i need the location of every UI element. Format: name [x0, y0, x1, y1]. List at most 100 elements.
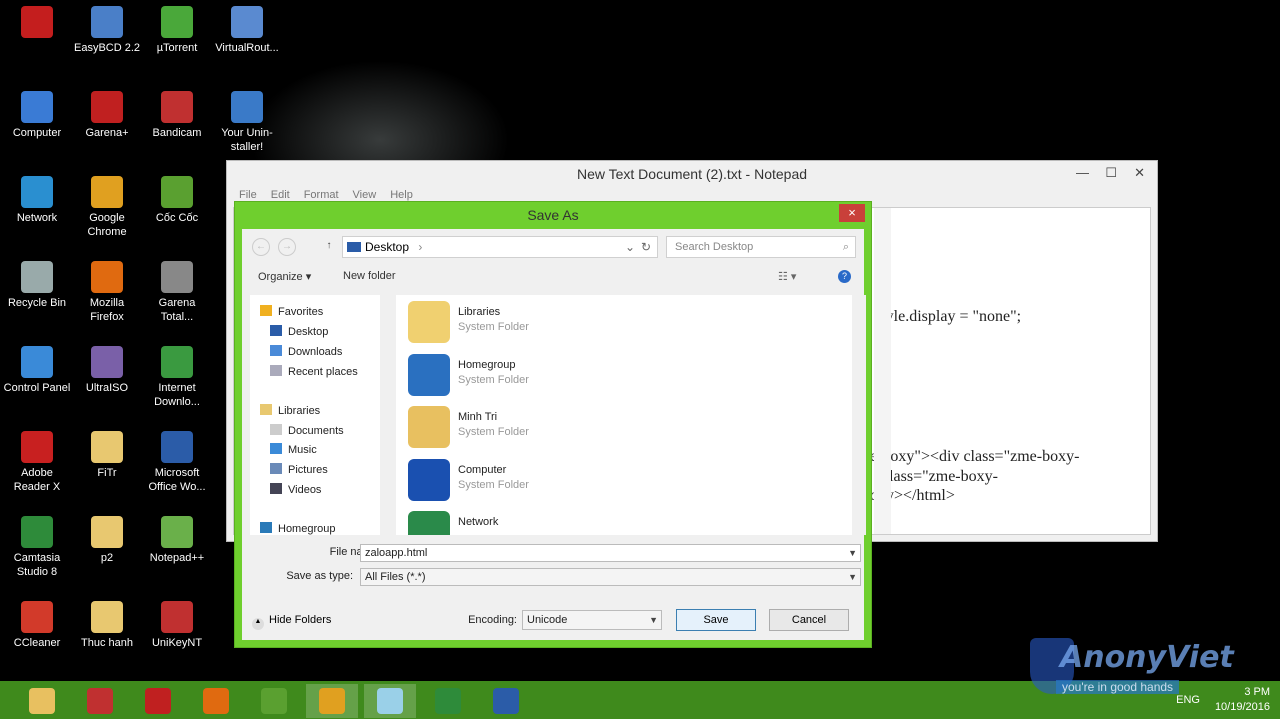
file-name-input[interactable]: zaloapp.html ▼	[360, 544, 861, 562]
nav-item-downloads[interactable]: Downloads	[270, 345, 342, 358]
desktop-icon[interactable]: UltraISO	[72, 346, 142, 395]
app-icon	[91, 346, 123, 378]
view-options-icon[interactable]: ☷ ▾	[778, 270, 796, 283]
desktop-icon[interactable]: Thuc hanh	[72, 601, 142, 650]
watermark-logo: AnonyViet you're in good hands	[1020, 638, 1275, 704]
nav-item-music[interactable]: Music	[270, 443, 317, 456]
cancel-button[interactable]: Cancel	[769, 609, 849, 631]
desktop-icon[interactable]: Internet Downlo...	[142, 346, 212, 409]
desktop-icon[interactable]: Google Chrome	[72, 176, 142, 239]
desktop-icon[interactable]	[2, 6, 72, 41]
file-name-value: zaloapp.html	[365, 547, 428, 559]
taskbar-garena[interactable]	[132, 684, 184, 718]
taskbar-firefox[interactable]	[190, 684, 242, 718]
notepad-icon	[377, 688, 403, 714]
taskbar-app[interactable]	[74, 684, 126, 718]
desktop-icon-label: Microsoft Office Wo...	[148, 467, 206, 493]
computer-icon	[408, 458, 450, 501]
pictures-icon	[270, 463, 282, 474]
desktop-icon[interactable]: Notepad++	[142, 516, 212, 565]
menu-format[interactable]: Format	[304, 189, 339, 201]
maximize-button[interactable]: ☐	[1105, 165, 1117, 181]
desktop-icon[interactable]: Microsoft Office Wo...	[142, 431, 212, 494]
desktop-icon[interactable]: Control Panel	[2, 346, 72, 395]
desktop-icon[interactable]: UniKeyNT	[142, 601, 212, 650]
nav-pane-scrollbar[interactable]	[380, 295, 388, 535]
organize-button[interactable]: Organize ▾	[258, 270, 311, 283]
chevron-up-icon: ▲	[252, 618, 264, 630]
chevron-down-icon[interactable]: ▼	[848, 545, 857, 561]
app-icon	[161, 91, 193, 123]
save-type-value: All Files (*.*)	[365, 571, 426, 583]
taskbar-notepad[interactable]	[364, 684, 416, 718]
desktop-icon[interactable]: Camtasia Studio 8	[2, 516, 72, 579]
nav-item-recent-places[interactable]: Recent places	[270, 365, 358, 378]
desktop-icon[interactable]: Computer	[2, 91, 72, 140]
desktop-icon	[347, 242, 361, 252]
file-explorer-icon	[29, 688, 55, 714]
desktop-icon[interactable]: Garena+	[72, 91, 142, 140]
desktop-icon[interactable]: EasyBCD 2.2	[72, 6, 142, 55]
file-list-scrollbar[interactable]	[852, 295, 866, 535]
navigation-pane: Favorites Desktop Downloads Recent places Li…	[250, 295, 388, 535]
taskbar-chrome[interactable]	[306, 684, 358, 718]
address-bar[interactable]: Desktop › ⌄ ↻	[342, 236, 658, 258]
desktop-icon[interactable]: Recycle Bin	[2, 261, 72, 310]
menu-file[interactable]: File	[239, 189, 257, 201]
desktop-icon[interactable]: Bandicam	[142, 91, 212, 140]
minimize-button[interactable]: —	[1076, 165, 1089, 180]
dialog-close-button[interactable]: ×	[839, 204, 865, 222]
chevron-down-icon[interactable]: ▼	[649, 611, 658, 629]
address-desktop[interactable]: Desktop	[365, 240, 409, 254]
forward-button[interactable]: →	[278, 238, 296, 256]
taskbar-coccoc[interactable]	[248, 684, 300, 718]
nav-item-label: Music	[288, 444, 317, 456]
save-button[interactable]: Save	[676, 609, 756, 631]
desktop-icon[interactable]: FiTr	[72, 431, 142, 480]
help-icon[interactable]: ?	[838, 270, 851, 283]
address-arrow[interactable]: ›	[418, 240, 422, 254]
desktop-icon[interactable]: Network	[2, 176, 72, 225]
desktop-icon[interactable]: Mozilla Firefox	[72, 261, 142, 324]
menu-edit[interactable]: Edit	[271, 189, 290, 201]
refresh-icon[interactable]: ↻	[641, 237, 651, 257]
close-button[interactable]: ✕	[1134, 165, 1145, 181]
notepad-scrollbar[interactable]	[874, 208, 891, 534]
taskbar-camtasia[interactable]	[422, 684, 474, 718]
taskbar-word[interactable]	[480, 684, 532, 718]
nav-item-videos[interactable]: Videos	[270, 483, 321, 496]
search-input[interactable]: Search Desktop ⌕	[666, 236, 856, 258]
taskbar-file-explorer[interactable]	[16, 684, 68, 718]
new-folder-button[interactable]: New folder	[343, 270, 396, 282]
hide-folders-button[interactable]: ▲ Hide Folders	[252, 614, 331, 630]
back-button[interactable]: ←	[252, 238, 270, 256]
desktop-icon[interactable]: µTorrent	[142, 6, 212, 55]
search-placeholder: Search Desktop	[675, 241, 754, 253]
desktop-icon-label: UniKeyNT	[151, 637, 203, 649]
save-type-select[interactable]: All Files (*.*) ▼	[360, 568, 861, 586]
desktop-icon-label: Recycle Bin	[7, 297, 67, 309]
nav-item-documents[interactable]: Documents	[270, 424, 344, 437]
desktop-icon[interactable]: Garena Total...	[142, 261, 212, 324]
app-icon	[161, 516, 193, 548]
nav-item-libraries[interactable]: Libraries	[260, 404, 320, 417]
nav-item-desktop[interactable]: Desktop	[270, 325, 328, 338]
desktop-icon[interactable]: p2	[72, 516, 142, 565]
desktop-icon[interactable]: Adobe Reader X	[2, 431, 72, 494]
menu-help[interactable]: Help	[390, 189, 413, 201]
up-button[interactable]: ↑	[320, 238, 338, 256]
encoding-select[interactable]: Unicode ▼	[522, 610, 662, 630]
chevron-down-icon[interactable]: ⌄	[625, 237, 635, 257]
desktop-icon[interactable]: VirtualRout...	[212, 6, 282, 55]
desktop-icon[interactable]: Cốc Cốc	[142, 176, 212, 225]
nav-item-homegroup[interactable]: Homegroup	[260, 522, 335, 535]
nav-item-label: Homegroup	[278, 523, 336, 535]
nav-item-pictures[interactable]: Pictures	[270, 463, 328, 476]
nav-item-favorites[interactable]: Favorites	[260, 305, 323, 318]
desktop-icon-label: Computer	[12, 127, 62, 139]
desktop-icon[interactable]: Your Unin-staller!	[212, 91, 282, 154]
chevron-down-icon[interactable]: ▼	[848, 569, 857, 585]
desktop-icon[interactable]: CCleaner	[2, 601, 72, 650]
menu-view[interactable]: View	[353, 189, 377, 201]
notepad-title: New Text Document (2).txt - Notepad	[576, 166, 808, 182]
